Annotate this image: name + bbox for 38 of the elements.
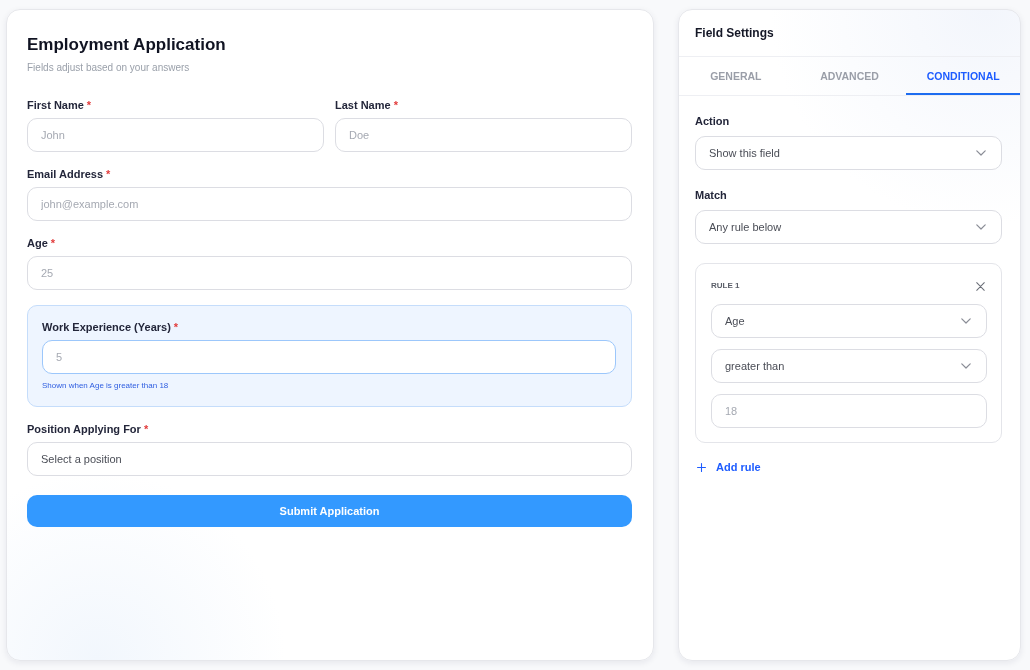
select-field[interactable]: Select a position bbox=[27, 442, 632, 476]
required-mark: * bbox=[143, 422, 149, 436]
field-label: First Name bbox=[27, 98, 84, 112]
field-label: Last Name bbox=[335, 98, 391, 112]
panel-title: Field Settings bbox=[695, 25, 774, 41]
text-field[interactable]: 25 bbox=[27, 256, 632, 290]
text-field[interactable]: John bbox=[27, 118, 324, 152]
tab[interactable]: CONDITIONAL bbox=[906, 57, 1020, 95]
chevron-down-icon bbox=[976, 224, 986, 230]
rule-title: RULE 1 bbox=[711, 281, 740, 291]
field-label: Match bbox=[695, 188, 728, 202]
field-label: Age bbox=[27, 236, 48, 250]
required-mark: * bbox=[393, 98, 398, 112]
select-field[interactable]: Age bbox=[711, 304, 987, 338]
field-label: Position Applying For bbox=[27, 422, 141, 436]
chevron-down-icon bbox=[961, 363, 971, 369]
required-mark: * bbox=[86, 98, 92, 112]
select-field[interactable]: Show this field bbox=[695, 136, 1002, 170]
text-field[interactable]: 18 bbox=[711, 394, 987, 428]
text-field[interactable]: john@example.com bbox=[27, 187, 632, 221]
chevron-down-icon bbox=[961, 318, 971, 324]
field-label: Work Experience (Years) bbox=[42, 320, 171, 334]
required-mark: * bbox=[173, 320, 179, 334]
text-field[interactable]: 5 bbox=[42, 340, 616, 374]
select-field[interactable]: greater than bbox=[711, 349, 987, 383]
required-mark: * bbox=[50, 236, 56, 250]
text-field[interactable]: Doe bbox=[335, 118, 632, 152]
plus-icon bbox=[697, 462, 706, 472]
field-label: Email Address bbox=[27, 167, 103, 181]
form-subtitle: Fields adjust based on your answers bbox=[27, 62, 191, 74]
required-mark: * bbox=[106, 167, 111, 181]
form-title: Employment Application bbox=[27, 34, 227, 56]
select-field[interactable]: Any rule below bbox=[695, 210, 1002, 244]
close-icon[interactable] bbox=[976, 281, 985, 291]
hint-text: Shown when Age is greater than 18 bbox=[42, 381, 170, 391]
add-rule-button[interactable]: Add rule bbox=[695, 461, 761, 473]
chevron-down-icon bbox=[976, 150, 986, 156]
field-label: Action bbox=[695, 114, 731, 128]
